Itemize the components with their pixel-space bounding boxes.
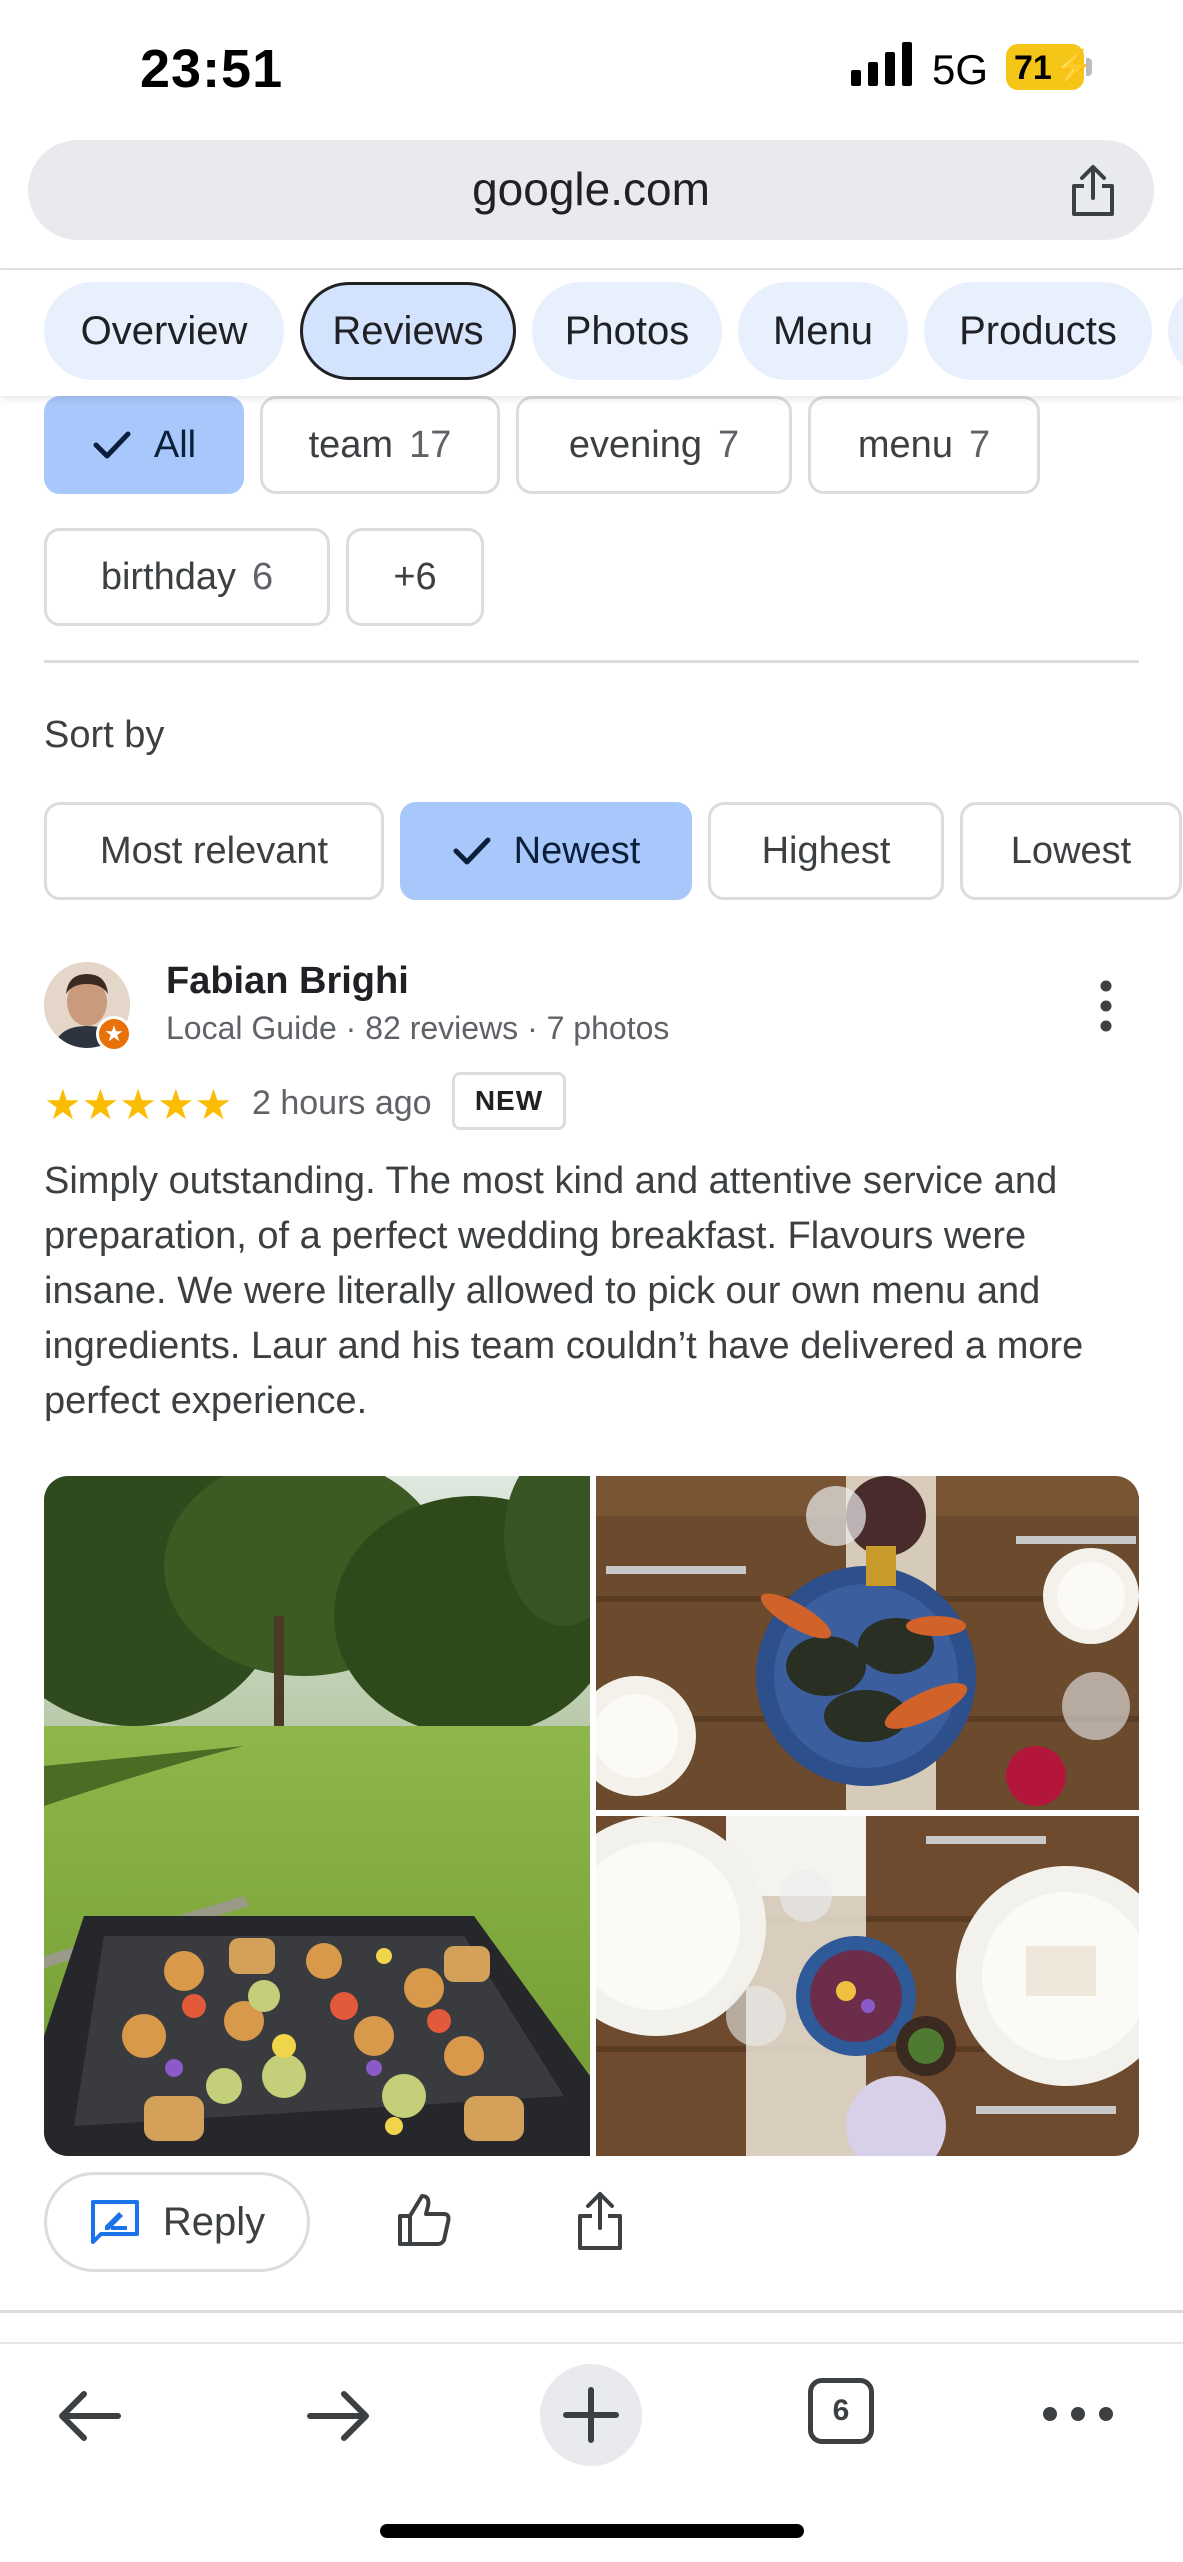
review-photo-table-setting[interactable] — [596, 1816, 1139, 2156]
battery-nub — [1086, 58, 1092, 76]
chip-label: All — [153, 423, 197, 466]
reviewer-name[interactable]: Fabian Brighi — [166, 960, 409, 1003]
review-photo-garden-canapes[interactable] — [44, 1476, 590, 2156]
address-bar[interactable]: google.com — [28, 140, 1154, 240]
url-text[interactable]: google.com — [28, 162, 1154, 216]
reply-label: Reply — [162, 2199, 266, 2244]
more-horizontal-icon[interactable] — [1040, 2404, 1116, 2424]
sort-lowest[interactable]: Lowest — [960, 802, 1182, 900]
filter-chip-menu[interactable]: menu 7 — [808, 396, 1040, 494]
sort-most-relevant[interactable]: Most relevant — [44, 802, 384, 900]
chip-count: 7 — [717, 423, 740, 466]
chip-count: 6 — [252, 555, 274, 598]
filter-chip-birthday[interactable]: birthday 6 — [44, 528, 330, 626]
back-arrow-icon[interactable] — [54, 2386, 124, 2446]
sort-by-label: Sort by — [44, 714, 165, 756]
checkmark-icon — [93, 431, 131, 459]
review-photos — [44, 1476, 1139, 2156]
tab-overview[interactable]: Overview — [44, 282, 284, 380]
share-icon[interactable] — [574, 2190, 626, 2252]
chip-label: +6 — [393, 555, 437, 598]
sort-option-label: Newest — [513, 829, 641, 872]
share-icon[interactable] — [1068, 164, 1118, 218]
review-photo-main-course[interactable] — [596, 1476, 1139, 1810]
sort-highest[interactable]: Highest — [708, 802, 944, 900]
home-indicator — [380, 2524, 804, 2538]
divider — [0, 2310, 1183, 2313]
filter-chip-all[interactable]: All — [44, 396, 244, 494]
chip-label: menu — [857, 423, 953, 466]
sort-option-label: Lowest — [1010, 829, 1132, 872]
chip-label: evening — [568, 423, 702, 466]
battery-level: 71 — [1014, 49, 1052, 87]
chip-count: 7 — [968, 423, 991, 466]
new-badge: NEW — [452, 1072, 566, 1130]
review-time: 2 hours ago — [252, 1084, 432, 1122]
tab-products[interactable]: Products — [924, 282, 1152, 380]
plus-icon — [563, 2387, 619, 2443]
tab-overflow[interactable] — [1168, 282, 1183, 380]
checkmark-icon — [453, 837, 491, 865]
divider — [44, 660, 1139, 663]
chip-count: 17 — [409, 423, 452, 466]
new-tab-button[interactable] — [540, 2364, 642, 2466]
more-options-icon[interactable] — [1088, 978, 1124, 1034]
reply-button[interactable]: Reply — [44, 2172, 310, 2272]
tab-menu[interactable]: Menu — [738, 282, 908, 380]
network-type: 5G — [932, 46, 989, 93]
chip-label: team — [308, 423, 394, 466]
tab-switcher-button[interactable]: 6 — [808, 2378, 874, 2444]
filter-chip-more[interactable]: +6 — [346, 528, 484, 626]
reply-icon — [90, 2200, 139, 2244]
forward-arrow-icon[interactable] — [304, 2386, 374, 2446]
battery-indicator: 71⚡ — [1006, 44, 1094, 90]
sort-option-label: Most relevant — [99, 829, 329, 872]
tab-reviews[interactable]: Reviews — [300, 282, 516, 380]
review-text: Simply outstanding. The most kind and at… — [44, 1160, 1084, 1422]
star-rating: ★★★★★ — [44, 1081, 233, 1128]
tab-photos[interactable]: Photos — [532, 282, 722, 380]
sort-newest[interactable]: Newest — [400, 802, 692, 900]
sort-option-label: Highest — [761, 829, 891, 872]
filter-chip-evening[interactable]: evening 7 — [516, 396, 792, 494]
filter-chip-team[interactable]: team 17 — [260, 396, 500, 494]
chip-label: birthday — [100, 555, 237, 598]
cellular-signal-icon — [851, 42, 912, 86]
reviewer-meta: Local Guide · 82 reviews · 7 photos — [166, 1010, 670, 1046]
place-tabs: Overview Reviews Photos Menu Products — [0, 270, 1183, 396]
thumbs-up-icon[interactable] — [394, 2190, 454, 2250]
local-guide-star-icon: ★ — [96, 1016, 132, 1052]
status-time: 23:51 — [140, 39, 284, 99]
